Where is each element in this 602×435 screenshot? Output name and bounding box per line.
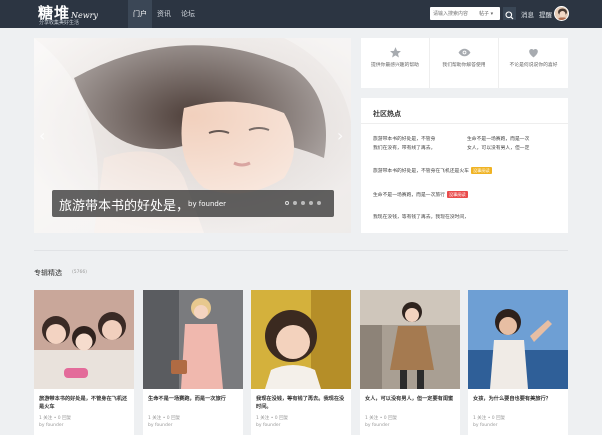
section-divider [34, 250, 568, 251]
hot-item[interactable]: 旅游带本书的好处是，不管身在飞机还是火车 没事阅读 [373, 167, 492, 176]
action-favorite[interactable]: 提供你最感兴趣的帮助 [361, 38, 430, 88]
card-title[interactable]: 生命不是一场赛跑，而是一次旅行 [148, 395, 240, 403]
action-label: 不论是何说说你的喜好 [509, 63, 558, 68]
hot-item-tag[interactable]: 没事阅读 [446, 191, 468, 198]
site-logo[interactable]: 糖堆Newry 分享收集美好生活 [38, 2, 98, 26]
hot-item[interactable]: 旅游带本书的好处是，不管身 我们在没有，带有线了再去。 [373, 135, 435, 153]
search-icon [505, 11, 514, 20]
user-avatar[interactable] [554, 6, 569, 21]
main-nav: 门户 资讯 论坛 [128, 0, 200, 28]
hot-item[interactable]: 生命不是一场赛跑，而是一次旅行 没事阅读 [373, 191, 468, 200]
card-image[interactable] [251, 290, 351, 389]
hero-caption[interactable]: 旅游带本书的好处是， by founder [52, 190, 334, 217]
card-meta: 1 关注 • 0 回复 [365, 416, 398, 421]
action-like[interactable]: 不论是何说说你的喜好 [499, 38, 568, 88]
quick-actions: 提供你最感兴趣的帮助 我们帮助你解答使用 不论是何说说你的喜好 [361, 38, 568, 88]
card-title[interactable]: 女人，可以没有男人，但一定要有闺蜜 [365, 395, 457, 403]
logo-tagline: 分享收集美好生活 [39, 20, 80, 26]
card-meta: 1 关注 • 0 回复 [148, 416, 181, 421]
slider-dot[interactable] [317, 201, 321, 205]
hotspot-title: 社区热点 [373, 110, 401, 118]
reminders-link[interactable]: 提醒 [539, 9, 552, 19]
card-author[interactable]: by founder [148, 423, 172, 428]
card-author[interactable]: by founder [256, 423, 280, 428]
heart-icon [529, 48, 538, 58]
card-meta: 1 关注 • 0 回复 [256, 416, 289, 421]
card-title[interactable]: 女孩，为什么要自也要有美旅行？ [473, 395, 565, 403]
section-count: (5766) [72, 270, 87, 275]
hot-item[interactable]: 生命不是一场赛跑，而是一次 女人，可以没有男人，但一定 [467, 135, 529, 153]
album-card[interactable]: 旅游带本书的好处是，不管身在飞机还是火车 1 关注 • 0 回复 by foun… [34, 290, 134, 435]
card-title[interactable]: 旅游带本书的好处是，不管身在飞机还是火车 [39, 395, 131, 411]
messages-link[interactable]: 消息 [521, 9, 534, 19]
hero-title: 旅游带本书的好处是， [59, 199, 190, 214]
card-image[interactable] [143, 290, 243, 389]
card-meta: 1 关注 • 0 回复 [473, 416, 506, 421]
hot-item-tag[interactable]: 没事阅读 [470, 167, 492, 174]
divider [361, 123, 568, 124]
search-input[interactable] [433, 7, 477, 20]
slider-dot[interactable] [285, 201, 289, 205]
card-title[interactable]: 我现在没钱，等有钱了再去。我现在没时间。 [256, 395, 348, 411]
nav-item-forum[interactable]: 论坛 [176, 0, 200, 28]
action-label: 我们帮助你解答使用 [442, 63, 486, 68]
card-author[interactable]: by founder [473, 423, 497, 428]
community-hotspot: 社区热点 旅游带本书的好处是，不管身 我们在没有，带有线了再去。 生命不是一场赛… [361, 98, 568, 233]
card-author[interactable]: by founder [365, 423, 389, 428]
album-card[interactable]: 我现在没钱，等有钱了再去。我现在没时间。 1 关注 • 0 回复 by foun… [251, 290, 351, 435]
slider-dot[interactable] [309, 201, 313, 205]
slider-dot[interactable] [293, 201, 297, 205]
action-label: 提供你最感兴趣的帮助 [371, 63, 419, 68]
card-meta: 1 关注 • 0 回复 [39, 416, 72, 421]
slider-prev-arrow[interactable]: ‹ [39, 126, 45, 145]
nav-item-portal[interactable]: 门户 [128, 0, 152, 28]
search-box: 帖子 ▾ [430, 7, 500, 20]
hot-item[interactable]: 我现在没钱，等有钱了再去。我现在没时间， [373, 213, 469, 222]
slider-next-arrow[interactable]: › [337, 126, 343, 145]
search-scope-select[interactable]: 帖子 ▾ [479, 10, 493, 17]
search-button[interactable] [503, 7, 516, 20]
slider-dot[interactable] [301, 201, 305, 205]
card-author[interactable]: by founder [39, 423, 63, 428]
section-title: 专辑精选 [34, 269, 62, 277]
card-image[interactable] [468, 290, 568, 389]
hero-slider[interactable]: ‹ › 旅游带本书的好处是， by founder [34, 38, 351, 233]
album-card[interactable]: 女孩，为什么要自也要有美旅行？ 1 关注 • 0 回复 by founder [468, 290, 568, 435]
card-image[interactable] [34, 290, 134, 389]
eye-icon [458, 48, 470, 57]
album-card[interactable]: 女人，可以没有男人，但一定要有闺蜜 1 关注 • 0 回复 by founder [360, 290, 460, 435]
hero-author: by founder [188, 200, 227, 208]
star-icon [389, 47, 401, 58]
album-card[interactable]: 生命不是一场赛跑，而是一次旅行 1 关注 • 0 回复 by founder [143, 290, 243, 435]
action-view[interactable]: 我们帮助你解答使用 [430, 38, 499, 88]
card-image[interactable] [360, 290, 460, 389]
top-navbar: 糖堆Newry 分享收集美好生活 门户 资讯 论坛 帖子 ▾ 消息 提醒 [0, 0, 602, 28]
nav-item-news[interactable]: 资讯 [152, 0, 176, 28]
slider-dots [285, 201, 321, 205]
